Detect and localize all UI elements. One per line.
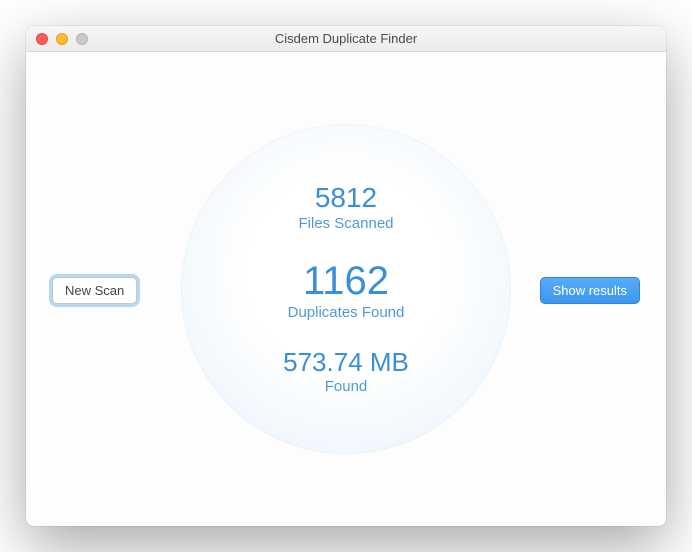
content-area: New Scan 5812 Files Scanned 1162 Duplica…: [26, 52, 666, 526]
duplicates-found-label: Duplicates Found: [288, 304, 405, 321]
files-scanned-stat: 5812 Files Scanned: [298, 183, 393, 231]
duplicates-found-value: 1162: [288, 260, 405, 302]
zoom-icon[interactable]: [76, 33, 88, 45]
window-title: Cisdem Duplicate Finder: [26, 31, 666, 46]
app-window: Cisdem Duplicate Finder New Scan 5812 Fi…: [26, 26, 666, 526]
traffic-lights: [26, 33, 88, 45]
close-icon[interactable]: [36, 33, 48, 45]
results-circle: 5812 Files Scanned 1162 Duplicates Found…: [181, 124, 511, 454]
duplicates-found-stat: 1162 Duplicates Found: [288, 260, 405, 321]
files-scanned-value: 5812: [298, 183, 393, 212]
show-results-button[interactable]: Show results: [540, 277, 640, 304]
size-found-label: Found: [283, 378, 409, 395]
titlebar: Cisdem Duplicate Finder: [26, 26, 666, 52]
new-scan-button[interactable]: New Scan: [52, 277, 137, 304]
minimize-icon[interactable]: [56, 33, 68, 45]
size-found-stat: 573.74 MB Found: [283, 349, 409, 395]
files-scanned-label: Files Scanned: [298, 215, 393, 232]
size-found-value: 573.74 MB: [283, 349, 409, 376]
